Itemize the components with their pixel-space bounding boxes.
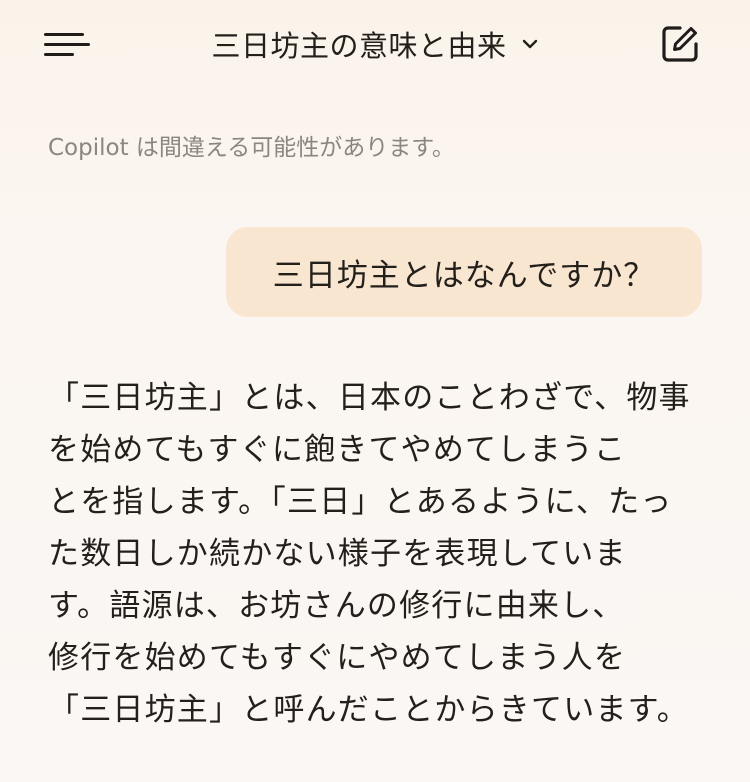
- assistant-message-line: た数日しか続かない様子を表現していま: [48, 536, 627, 572]
- assistant-message-line: 修行を始めてもすぐにやめてしまう人を: [48, 640, 627, 676]
- assistant-message-line: 「三日坊主」と呼んだことからきています。: [48, 692, 689, 728]
- assistant-message-line: 「三日坊主」とは、日本のことわざで、物事: [48, 380, 691, 416]
- menu-bar: [44, 52, 74, 56]
- conversation-title-dropdown[interactable]: 三日坊主の意味と由来: [150, 20, 600, 68]
- new-chat-icon[interactable]: [656, 20, 704, 68]
- assistant-message: 「三日坊主」とは、日本のことわざで、物事 を始めてもすぐに飽きてやめてしまうこ …: [48, 372, 691, 736]
- conversation-title: 三日坊主の意味と由来: [211, 29, 507, 63]
- assistant-message-line: を始めてもすぐに飽きてやめてしまうこ: [48, 432, 627, 468]
- user-message-text: 三日坊主とはなんですか？: [272, 257, 656, 294]
- user-message-bubble: 三日坊主とはなんですか？: [226, 227, 702, 317]
- assistant-message-line: とを指します。「三日」とあるように、たっ: [48, 484, 673, 520]
- assistant-message-line: す。語源は、お坊さんの修行に由来し、: [48, 588, 625, 624]
- app-header: 三日坊主の意味と由来: [0, 0, 750, 90]
- chevron-down-icon: [521, 35, 539, 53]
- menu-bar: [44, 32, 84, 36]
- ai-disclaimer: Copilot は間違える可能性があります。: [48, 135, 455, 161]
- menu-bar: [44, 42, 90, 46]
- hamburger-menu-icon[interactable]: [44, 22, 100, 66]
